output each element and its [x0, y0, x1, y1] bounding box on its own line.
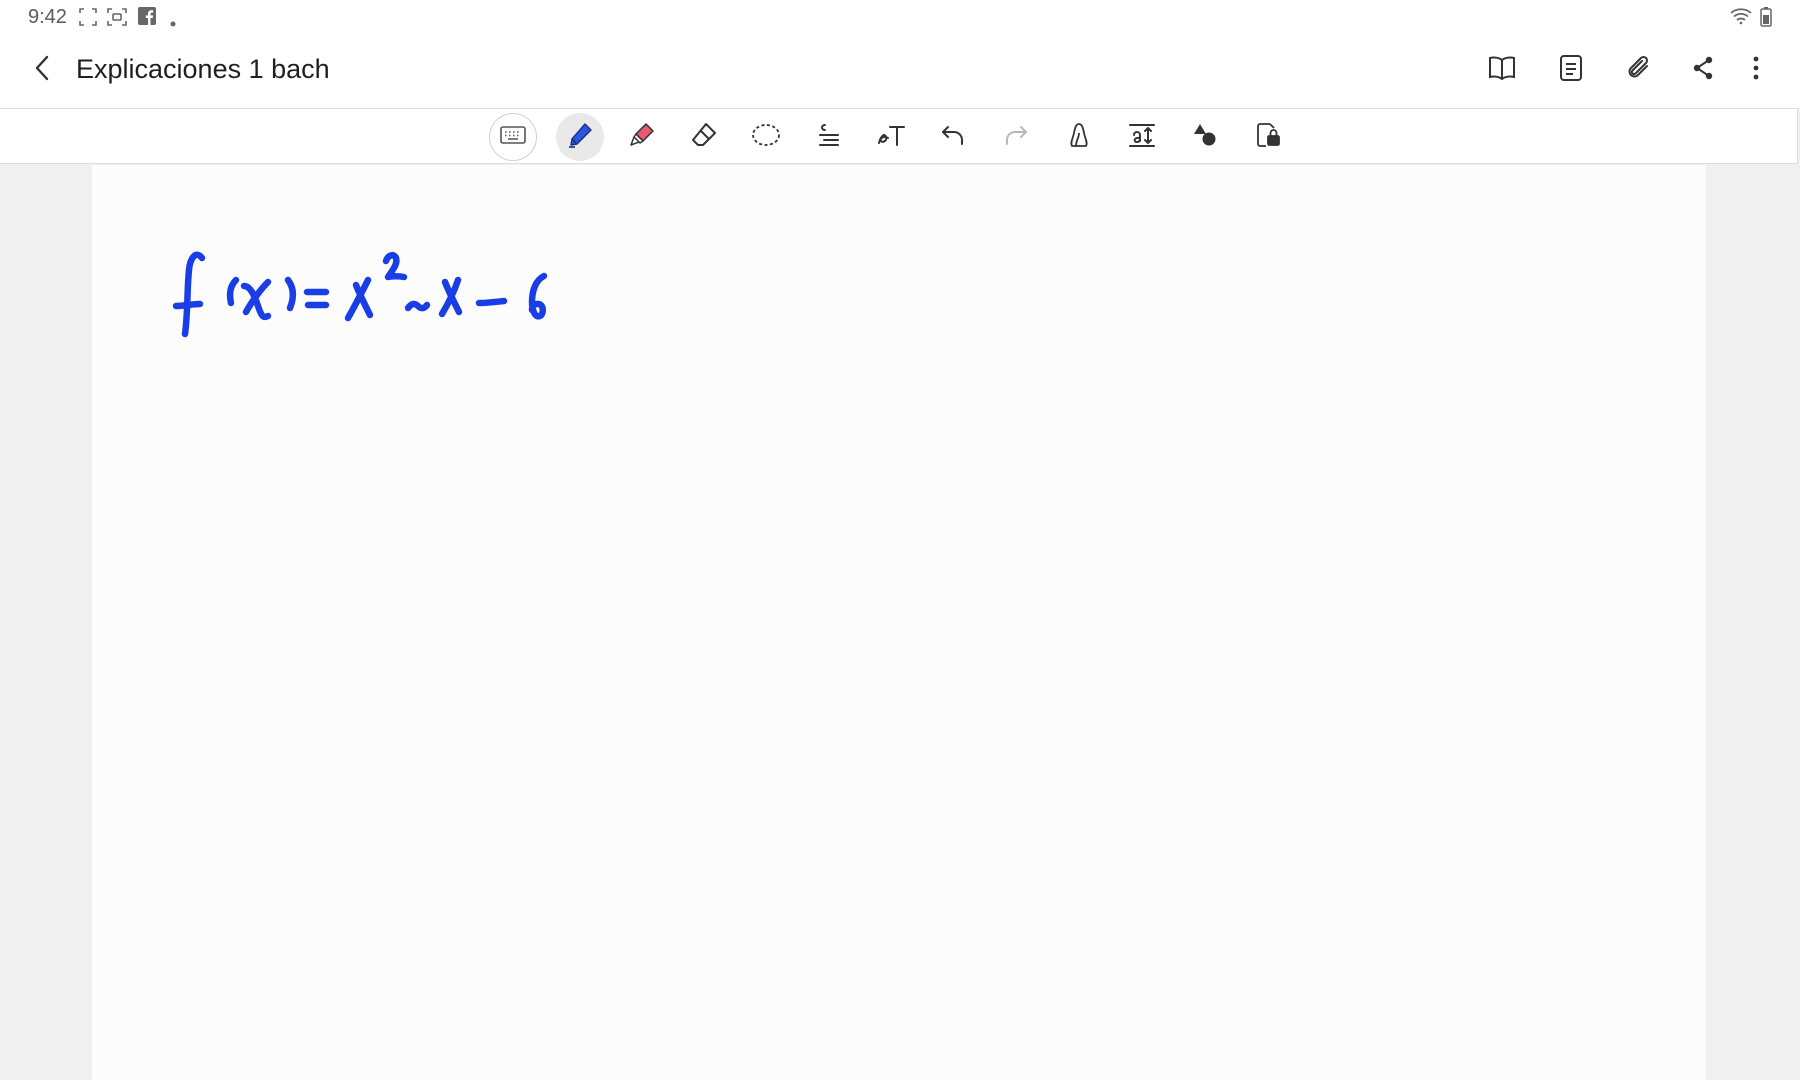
wifi-icon [1730, 7, 1752, 30]
attachment-icon [1625, 54, 1653, 87]
eraser-icon [690, 121, 718, 154]
handwriting-to-text-button[interactable] [867, 113, 915, 161]
read-only-lock-icon [1254, 121, 1282, 154]
shape-fill-button[interactable] [1055, 113, 1103, 161]
share-button[interactable] [1684, 51, 1722, 89]
handwritten-formula[interactable]: f(x)=x²−x−6 [160, 240, 600, 360]
redo-button[interactable] [992, 113, 1040, 161]
redo-icon [1002, 121, 1030, 154]
keyboard-icon [500, 125, 526, 149]
pen-tool-button[interactable] [556, 113, 604, 161]
share-icon [1690, 55, 1716, 86]
lasso-select-button[interactable] [742, 113, 790, 161]
lasso-select-icon [751, 122, 781, 153]
status-bar: 9:42 [0, 0, 1800, 34]
back-button[interactable] [22, 50, 62, 90]
attach-button[interactable] [1620, 51, 1658, 89]
read-only-button[interactable] [1244, 113, 1292, 161]
handwriting-to-text-icon [876, 121, 906, 154]
straighten-button[interactable] [805, 113, 853, 161]
drawing-toolbar [0, 108, 1798, 164]
text-size-button[interactable] [1118, 113, 1166, 161]
book-view-button[interactable] [1483, 51, 1521, 89]
more-options-button[interactable] [1737, 51, 1775, 89]
page-list-icon [1559, 54, 1583, 87]
undo-button[interactable] [929, 113, 977, 161]
straighten-icon [815, 121, 843, 154]
page-list-button[interactable] [1552, 51, 1590, 89]
chevron-left-icon [32, 54, 52, 87]
shapes-button[interactable] [1181, 113, 1229, 161]
title-bar: Explicaciones 1 bach [0, 34, 1800, 108]
status-time: 9:42 [28, 6, 67, 28]
battery-icon [1760, 7, 1772, 32]
keyboard-button[interactable] [489, 113, 537, 161]
pen-icon [566, 121, 594, 154]
highlighter-tool-button[interactable] [618, 113, 666, 161]
document-title[interactable]: Explicaciones 1 bach [76, 54, 330, 85]
notification-dot-icon [170, 14, 176, 32]
screenshot-frame-icon [78, 7, 98, 32]
handwritten-ink-strokes [172, 251, 548, 338]
book-view-icon [1488, 55, 1516, 86]
undo-icon [939, 121, 967, 154]
facebook-icon [138, 7, 156, 30]
shapes-icon [1191, 121, 1219, 154]
more-vertical-icon [1752, 55, 1760, 86]
screen-record-icon [106, 7, 128, 32]
eraser-tool-button[interactable] [680, 113, 728, 161]
note-editor-screen: 9:42 Explicaciones 1 bach [0, 0, 1800, 1080]
text-size-icon [1127, 121, 1157, 154]
highlighter-icon [628, 121, 656, 154]
shape-fill-icon [1066, 121, 1092, 154]
